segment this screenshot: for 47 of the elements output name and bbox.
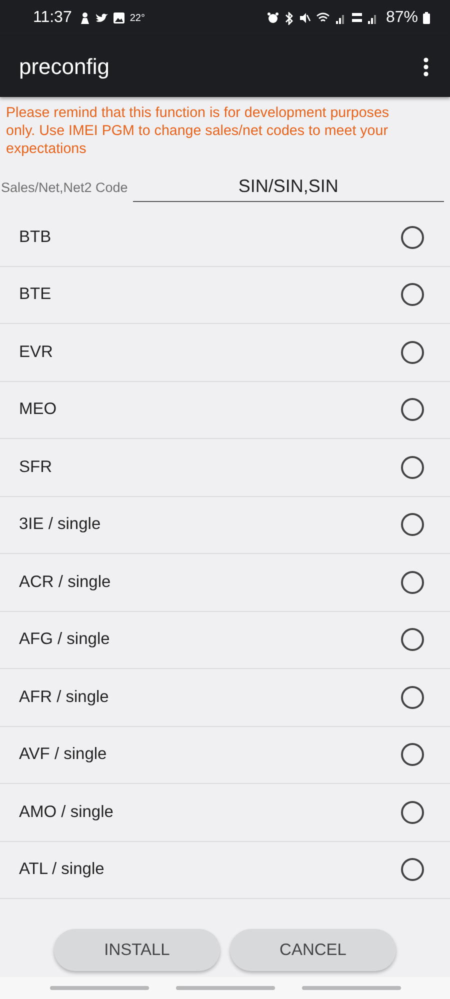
option-label: BTE — [19, 285, 52, 304]
nav-handle[interactable] — [302, 986, 400, 990]
app-title: preconfig — [19, 54, 110, 80]
image-icon — [112, 12, 125, 24]
temperature: 22° — [130, 12, 145, 24]
option-label: BTB — [19, 228, 52, 247]
wifi-icon — [316, 12, 331, 24]
radio-button[interactable] — [401, 398, 424, 422]
radio-button[interactable] — [401, 226, 424, 249]
option-label: AFG / single — [19, 630, 110, 650]
nav-handle[interactable] — [176, 986, 274, 990]
more-options-icon[interactable] — [423, 56, 429, 76]
option-label: SFR — [19, 458, 52, 477]
option-label: AFR / single — [19, 688, 109, 707]
bird-icon — [94, 12, 108, 24]
bluetooth-icon — [284, 12, 294, 24]
figure-icon — [80, 12, 90, 24]
option-label: MEO — [19, 400, 57, 420]
radio-button[interactable] — [401, 858, 424, 882]
code-input-field[interactable]: SIN/SIN,SIN — [132, 172, 444, 202]
option-label: 3IE / single — [19, 515, 101, 534]
radio-button[interactable] — [401, 570, 424, 594]
signal-icon — [336, 12, 346, 24]
mute-icon — [298, 12, 311, 24]
action-button[interactable]: CANCEL — [230, 929, 396, 971]
radio-button[interactable] — [401, 283, 424, 306]
radio-button[interactable] — [401, 456, 424, 479]
battery-level: 87% — [386, 9, 418, 27]
battery-icon — [423, 12, 430, 24]
warning-text: Please remind that this function is for development purposes only. Use IMEI PGM to change sales/net codes to meet your expectations — [6, 104, 390, 158]
option-label: ACR / single — [19, 572, 111, 592]
signal-icon — [368, 12, 378, 24]
radio-button[interactable] — [401, 743, 424, 766]
radio-button[interactable] — [401, 340, 424, 364]
option-label: EVR — [19, 342, 53, 362]
field-label: Sales/Net,Net2 Code — [1, 180, 128, 194]
radio-button[interactable] — [401, 800, 424, 824]
radio-button[interactable] — [401, 513, 424, 536]
option-label: AVF / single — [19, 745, 107, 764]
radio-button[interactable] — [401, 628, 424, 652]
radio-button[interactable] — [401, 686, 424, 709]
alarm-icon — [266, 12, 279, 24]
nav-handle[interactable] — [50, 986, 148, 990]
option-label: AMO / single — [19, 802, 114, 822]
clock: 11:37 — [33, 9, 72, 27]
action-button[interactable]: INSTALL — [54, 929, 220, 971]
option-label: ATL / single — [19, 860, 104, 880]
